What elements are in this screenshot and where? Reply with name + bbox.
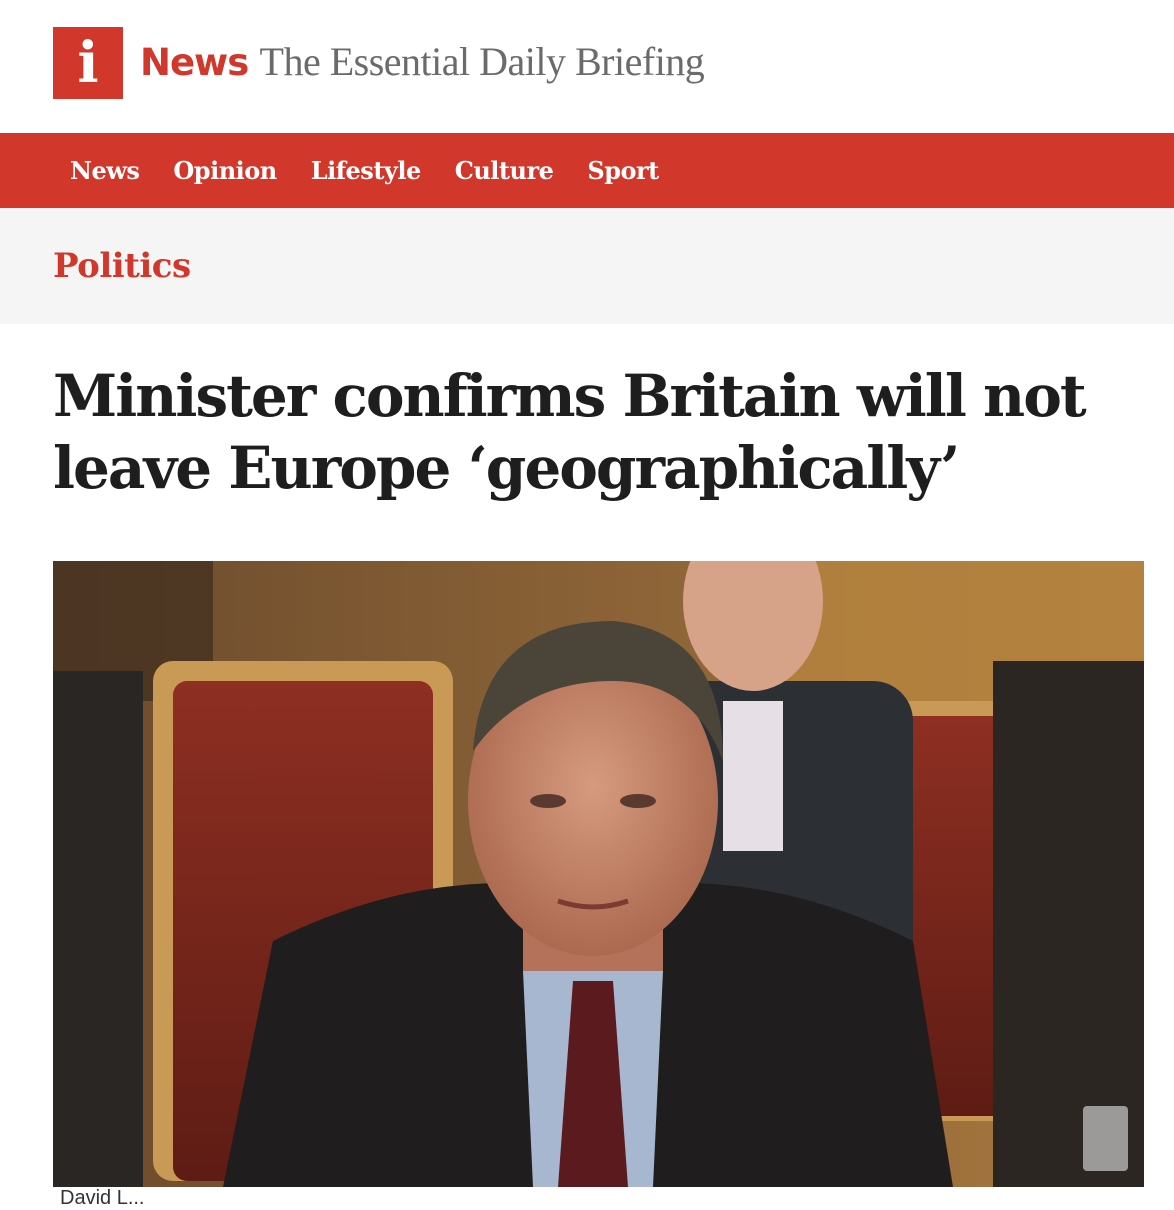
nav-item-news[interactable]: News [70,156,140,185]
brand-name[interactable]: News [140,41,249,84]
section-bar: Politics [0,208,1174,324]
nav-item-lifestyle[interactable]: Lifestyle [311,156,422,185]
main-nav: News Opinion Lifestyle Culture Sport [0,133,1174,208]
i-logo[interactable]: i [53,27,123,99]
brand-tagline: The Essential Daily Briefing [259,39,705,84]
section-label-politics[interactable]: Politics [53,246,191,286]
nav-item-sport[interactable]: Sport [587,156,659,185]
logo-letter: i [77,30,99,96]
nav-item-opinion[interactable]: Opinion [173,156,277,185]
brand-title: News The Essential Daily Briefing [140,38,705,85]
article-headline[interactable]: Minister confirms Britain will not leave… [53,360,1153,504]
masthead: i News The Essential Daily Briefing [0,0,1174,133]
article-photo-illustration [53,561,1144,1187]
article-photo[interactable] [53,561,1144,1187]
nav-item-culture[interactable]: Culture [455,156,554,185]
image-caption: David L... [60,1187,145,1209]
